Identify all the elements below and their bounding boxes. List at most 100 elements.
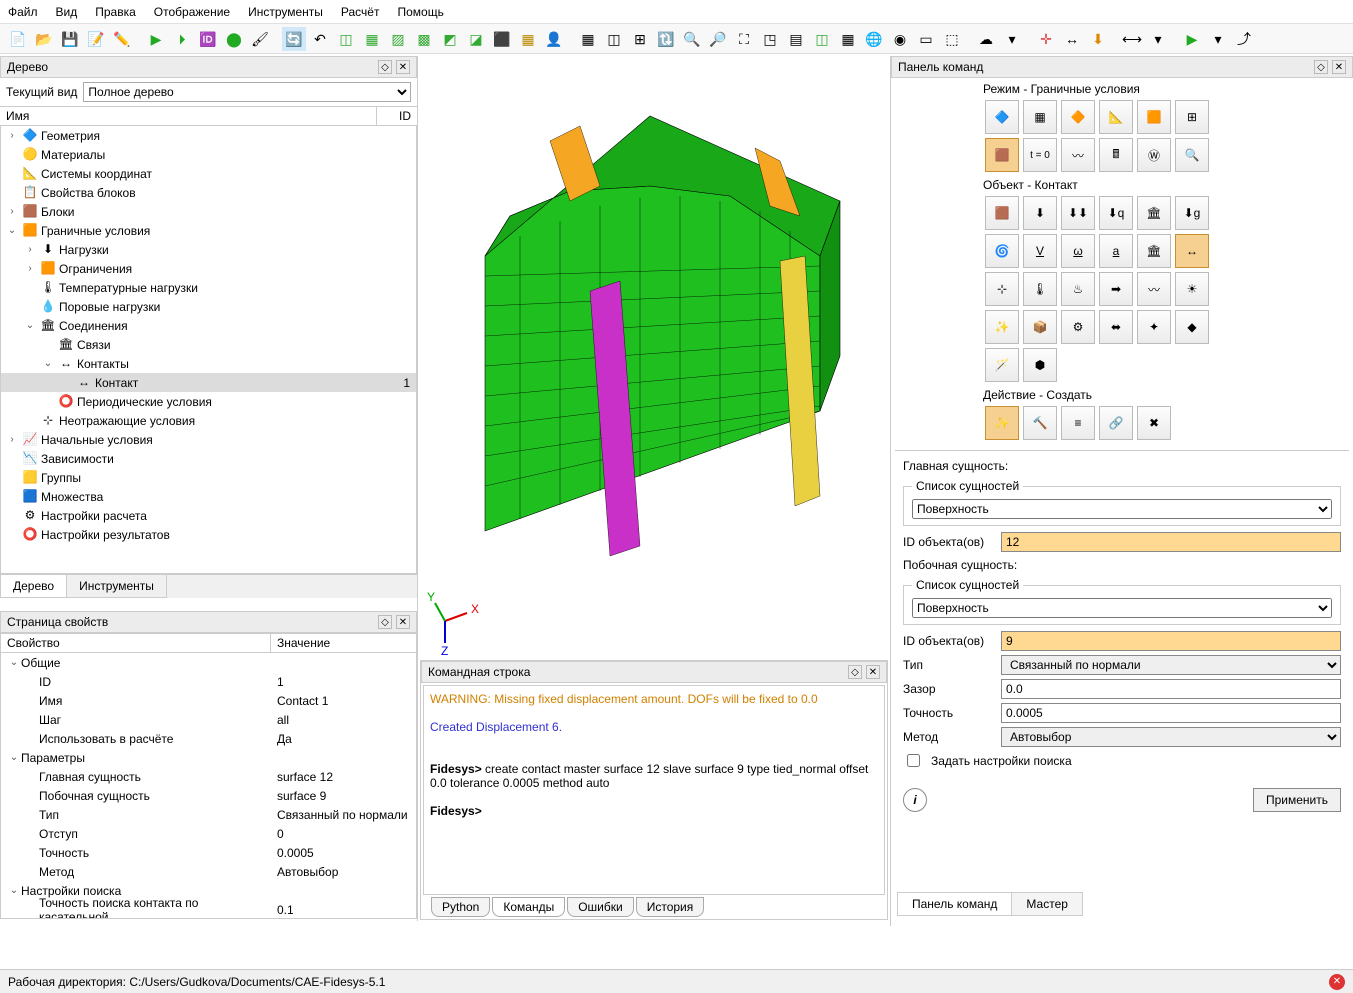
action-link-icon[interactable]: 🔗: [1099, 406, 1133, 440]
detach-icon[interactable]: ◇: [378, 615, 392, 629]
obj-gear-icon[interactable]: ⚙: [1061, 310, 1095, 344]
tree-row[interactable]: 🏛Связи: [1, 335, 416, 354]
axis-icon[interactable]: ⤴: [1232, 27, 1256, 51]
play2-icon[interactable]: ⏵: [170, 27, 194, 51]
mode-material-icon[interactable]: 🔶: [1061, 100, 1095, 134]
menu-display[interactable]: Отображение: [154, 5, 230, 19]
tree-body[interactable]: ›🔷Геометрия🟡Материалы📐Системы координат📋…: [0, 126, 417, 574]
down-icon[interactable]: ⬇: [1086, 27, 1110, 51]
cube10-icon[interactable]: ◫: [810, 27, 834, 51]
obj-spin-icon[interactable]: 🌀: [985, 234, 1019, 268]
main-entity-type-select[interactable]: Поверхность: [912, 499, 1332, 519]
obj-flux-icon[interactable]: ➡: [1099, 272, 1133, 306]
close-icon[interactable]: ✕: [396, 615, 410, 629]
tree-row[interactable]: ⭕Периодические условия: [1, 392, 416, 411]
action-delete-icon[interactable]: ✖: [1137, 406, 1171, 440]
cube4-icon[interactable]: ▩: [412, 27, 436, 51]
tree-row[interactable]: 💧Поровые нагрузки: [1, 297, 416, 316]
cube6-icon[interactable]: ◪: [464, 27, 488, 51]
sec-id-input[interactable]: [1001, 631, 1341, 651]
close-icon[interactable]: ✕: [866, 665, 880, 679]
cloud-icon[interactable]: ☁: [974, 27, 998, 51]
info-icon[interactable]: i: [903, 788, 927, 812]
obj-a-icon[interactable]: a: [1099, 234, 1133, 268]
obj-press-icon[interactable]: ⬇: [1023, 196, 1057, 230]
rotate-icon[interactable]: 🔄: [282, 27, 306, 51]
obj-w-icon[interactable]: ω: [1061, 234, 1095, 268]
tol-input[interactable]: [1001, 703, 1341, 723]
tab-wizard[interactable]: Мастер: [1011, 892, 1083, 916]
viewport-3d[interactable]: X Y Z: [420, 56, 888, 656]
cube5-icon[interactable]: ◩: [438, 27, 462, 51]
dim-icon[interactable]: ⟷: [1120, 27, 1144, 51]
obj-rad2-icon[interactable]: ✨: [985, 310, 1019, 344]
run-icon[interactable]: ▶: [1180, 27, 1204, 51]
mode-block-icon[interactable]: 🟧: [1137, 100, 1171, 134]
obj-rad-icon[interactable]: ☀: [1175, 272, 1209, 306]
obj-col-icon[interactable]: 🏛: [1137, 196, 1171, 230]
tree-row[interactable]: ⌄🟧Граничные условия: [1, 221, 416, 240]
select-icon[interactable]: ⬚: [940, 27, 964, 51]
error-indicator-icon[interactable]: ✕: [1329, 974, 1345, 990]
mode-bc-icon[interactable]: 🟫: [985, 138, 1019, 172]
cube3-icon[interactable]: ▨: [386, 27, 410, 51]
tree-row[interactable]: 📋Свойства блоков: [1, 183, 416, 202]
move-icon[interactable]: ↔: [1060, 27, 1084, 51]
obj-v-icon[interactable]: V: [1023, 234, 1057, 268]
tree-row[interactable]: 📐Системы координат: [1, 164, 416, 183]
layer-icon[interactable]: ⊞: [628, 27, 652, 51]
obj-beam-icon[interactable]: ⬌: [1099, 310, 1133, 344]
tree-row[interactable]: 🌡Температурные нагрузки: [1, 278, 416, 297]
close-icon[interactable]: ✕: [1332, 60, 1346, 74]
mode-dep-icon[interactable]: 〰: [1061, 138, 1095, 172]
cube7-icon[interactable]: ⬛: [490, 27, 514, 51]
drop3-icon[interactable]: ▾: [1206, 27, 1230, 51]
mode-mesh-icon[interactable]: ▦: [1023, 100, 1057, 134]
command-output[interactable]: WARNING: Missing fixed displacement amou…: [423, 685, 885, 895]
action-edit-icon[interactable]: 🔨: [1023, 406, 1057, 440]
mode-t0-icon[interactable]: t = 0: [1023, 138, 1057, 172]
obj-q-icon[interactable]: ⬇q: [1099, 196, 1133, 230]
mode-geometry-icon[interactable]: 🔷: [985, 100, 1019, 134]
tree-row[interactable]: ⊹Неотражающие условия: [1, 411, 416, 430]
action-list-icon[interactable]: ≡: [1061, 406, 1095, 440]
tab-history[interactable]: История: [636, 897, 705, 917]
refresh-icon[interactable]: 🔃: [654, 27, 678, 51]
tab-instruments[interactable]: Инструменты: [66, 575, 167, 598]
obj-conv-icon[interactable]: ♨: [1061, 272, 1095, 306]
globe-icon[interactable]: 🌐: [862, 27, 886, 51]
tree-row[interactable]: ›📈Начальные условия: [1, 430, 416, 449]
action-create-icon[interactable]: ✨: [985, 406, 1019, 440]
obj-box-icon[interactable]: 📦: [1023, 310, 1057, 344]
save-icon[interactable]: 💾: [58, 27, 82, 51]
obj-star-icon[interactable]: ✦: [1137, 310, 1171, 344]
obj-abs-icon[interactable]: ⊹: [985, 272, 1019, 306]
person-icon[interactable]: 👤: [542, 27, 566, 51]
tree-row[interactable]: ⭕Настройки результатов: [1, 525, 416, 544]
obj-contact-icon[interactable]: ↔: [1175, 234, 1209, 268]
obj-dist-icon[interactable]: ⬇⬇: [1061, 196, 1095, 230]
apply-button[interactable]: Применить: [1253, 788, 1341, 812]
search-checkbox[interactable]: [907, 754, 920, 767]
mode-result-icon[interactable]: 🔍: [1175, 138, 1209, 172]
obj-col2-icon[interactable]: 🏛: [1137, 234, 1171, 268]
gap-input[interactable]: [1001, 679, 1341, 699]
box-icon[interactable]: ◫: [602, 27, 626, 51]
obj-wand-icon[interactable]: 🪄: [985, 348, 1019, 382]
mode-w-icon[interactable]: Ⓦ: [1137, 138, 1171, 172]
tree-row[interactable]: ⌄🏛Соединения: [1, 316, 416, 335]
sec-entity-type-select[interactable]: Поверхность: [912, 598, 1332, 618]
play-icon[interactable]: ▶: [144, 27, 168, 51]
drop2-icon[interactable]: ▾: [1146, 27, 1170, 51]
current-view-select[interactable]: Полное дерево: [83, 82, 411, 102]
cross-icon[interactable]: ✛: [1034, 27, 1058, 51]
tree-row[interactable]: 🟦Множества: [1, 487, 416, 506]
obj-temp-icon[interactable]: 🌡: [1023, 272, 1057, 306]
cube8-icon[interactable]: ◳: [758, 27, 782, 51]
mode-bc2-icon[interactable]: ⊞: [1175, 100, 1209, 134]
cube11-icon[interactable]: ▦: [836, 27, 860, 51]
tab-tree[interactable]: Дерево: [0, 575, 67, 598]
menu-help[interactable]: Помощь: [397, 5, 443, 19]
zoom-out-icon[interactable]: 🔎: [706, 27, 730, 51]
type-select[interactable]: Связанный по нормали: [1001, 655, 1341, 675]
